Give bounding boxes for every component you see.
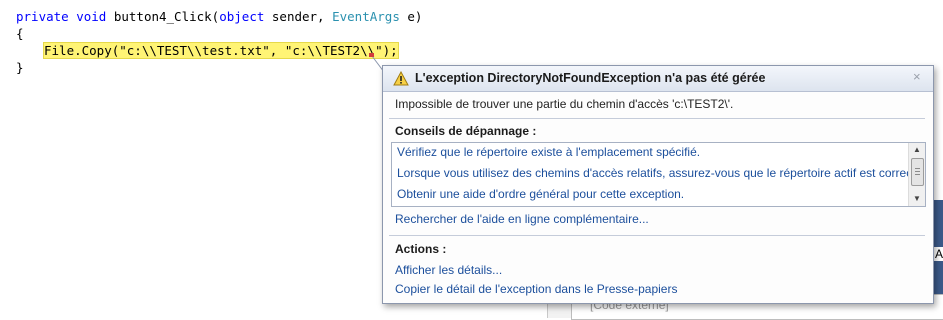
copy-exception-link[interactable]: Copier le détail de l'exception dans le … — [395, 282, 677, 296]
troubleshooting-list[interactable]: Vérifiez que le répertoire existe à l'em… — [391, 142, 926, 207]
warning-icon — [393, 71, 409, 86]
tip-link-directory-exists[interactable]: Vérifiez que le répertoire existe à l'em… — [397, 145, 700, 159]
view-details-link[interactable]: Afficher les détails... — [395, 263, 502, 277]
exception-header: L'exception DirectoryNotFoundException n… — [383, 66, 933, 92]
exception-message: Impossible de trouver une partie du chem… — [395, 97, 734, 111]
troubleshooting-heading: Conseils de dépannage : — [395, 124, 537, 138]
actions-heading: Actions : — [395, 242, 447, 256]
divider — [389, 118, 925, 119]
search-online-help-link[interactable]: Rechercher de l'aide en ligne complément… — [395, 212, 649, 226]
exception-assistant: L'exception DirectoryNotFoundException n… — [382, 65, 934, 304]
divider — [389, 235, 925, 236]
scroll-thumb[interactable] — [911, 158, 924, 186]
tips-scrollbar[interactable]: ▲ ▼ — [908, 143, 925, 206]
close-icon[interactable]: × — [913, 70, 925, 84]
exception-title: L'exception DirectoryNotFoundException n… — [415, 71, 766, 85]
tip-link-general-help[interactable]: Obtenir une aide d'ordre général pour ce… — [397, 187, 684, 201]
tip-link-relative-paths[interactable]: Lorsque vous utilisez des chemins d'accè… — [397, 166, 919, 180]
scroll-down-arrow-icon[interactable]: ▼ — [909, 192, 925, 206]
scroll-up-arrow-icon[interactable]: ▲ — [909, 143, 925, 157]
